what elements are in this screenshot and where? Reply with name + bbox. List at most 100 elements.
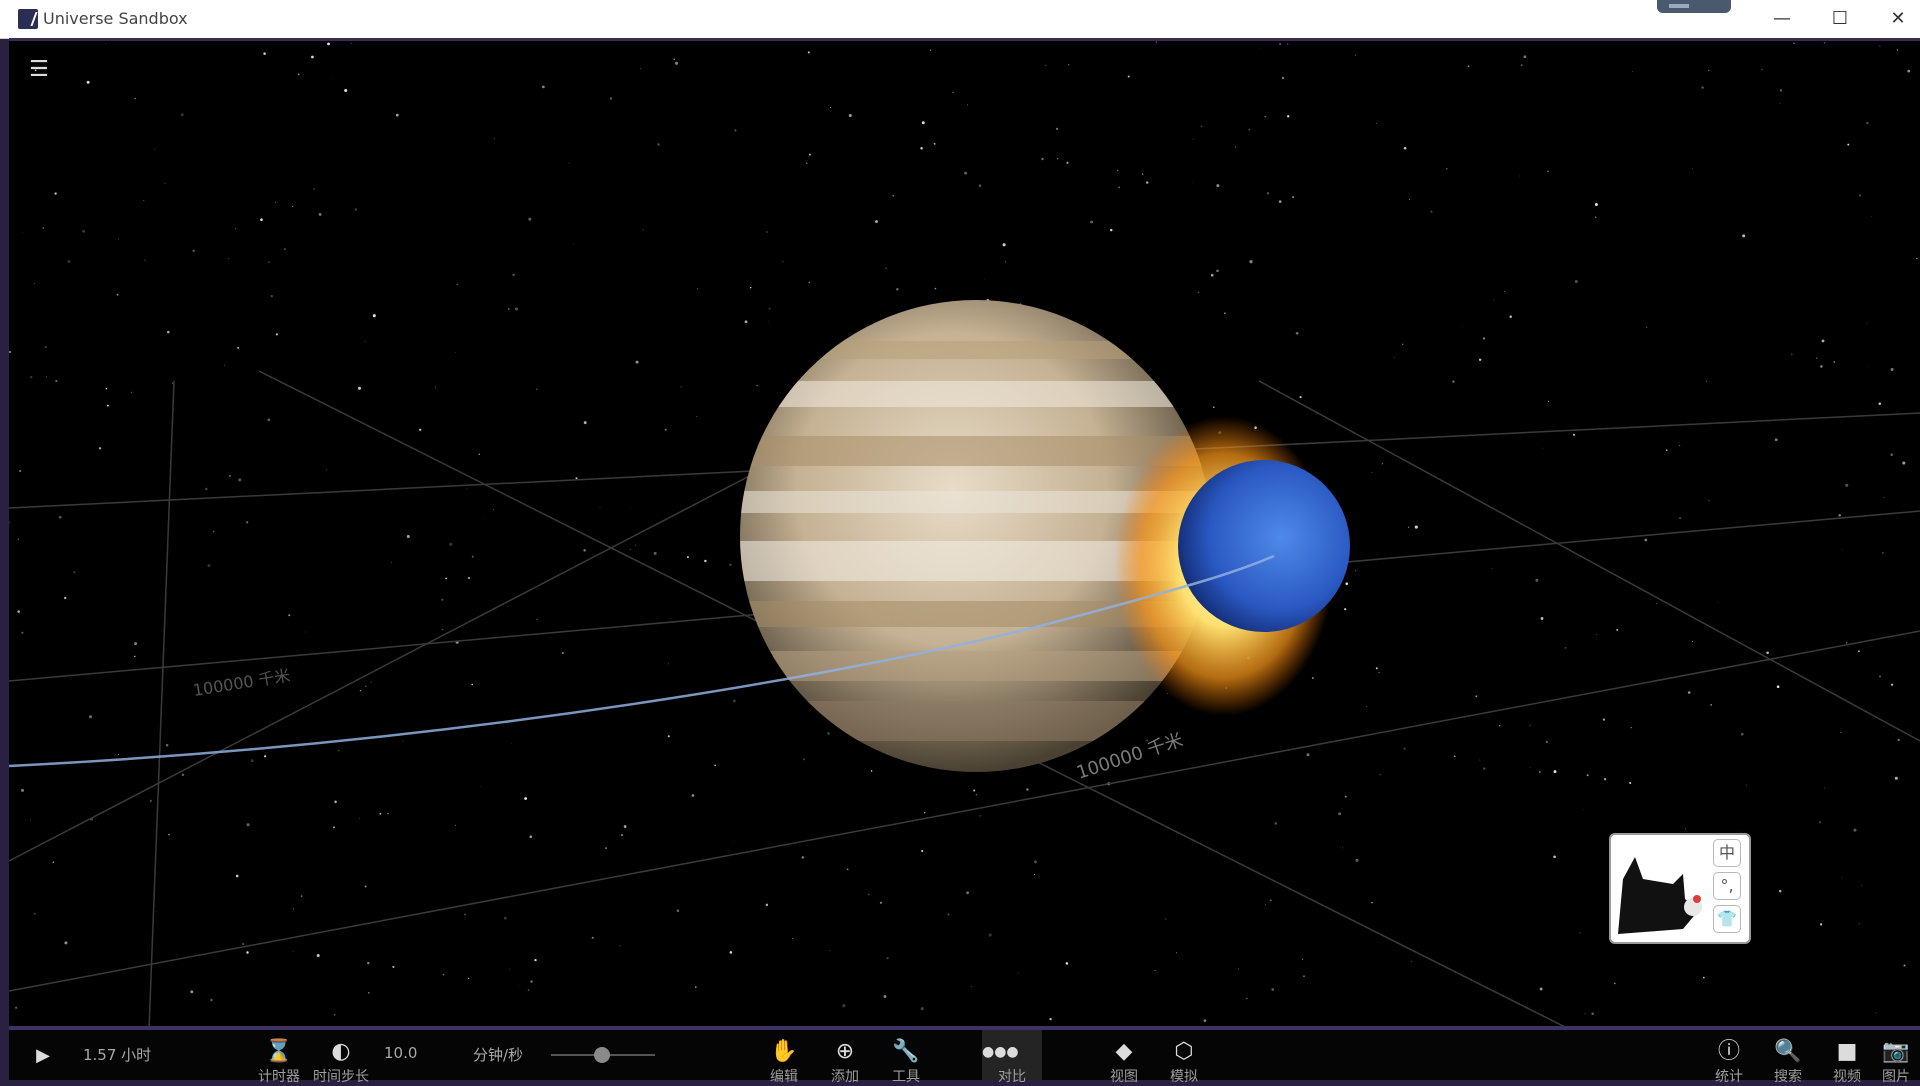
star (1461, 325, 1463, 327)
star (1644, 538, 1648, 542)
star (691, 794, 695, 797)
simulation-button[interactable]: ⬡ 模拟 (1159, 1030, 1209, 1086)
star (664, 428, 667, 431)
star (886, 956, 889, 960)
star (1879, 45, 1881, 47)
star (149, 799, 153, 803)
compare-button[interactable]: ●●● 对比 (982, 1030, 1042, 1085)
star (1235, 146, 1237, 148)
star (205, 487, 208, 491)
star (250, 759, 254, 763)
star (493, 508, 494, 510)
star (599, 506, 601, 509)
hand-icon: ✋ (770, 1039, 798, 1064)
star (387, 813, 389, 815)
star (364, 341, 366, 342)
ime-skin-button[interactable]: 👕 (1713, 905, 1741, 933)
minimize-button[interactable]: — (1753, 0, 1811, 38)
star (1057, 158, 1059, 160)
star (842, 1004, 846, 1008)
star (350, 43, 352, 44)
star (696, 287, 699, 290)
star (1264, 115, 1267, 118)
star (274, 202, 276, 203)
star (82, 230, 85, 233)
star (657, 143, 660, 146)
star (45, 376, 47, 378)
star (1820, 365, 1823, 368)
edit-button[interactable]: ✋ 编辑 (759, 1030, 809, 1086)
star (1259, 48, 1260, 49)
ime-chinese-mode-button[interactable]: 中 (1713, 839, 1741, 867)
add-button[interactable]: ⊕ 添加 (820, 1030, 870, 1086)
maximize-button[interactable]: ☐ (1811, 0, 1869, 38)
star (467, 576, 471, 580)
star (749, 286, 752, 289)
star (270, 295, 273, 298)
star (207, 564, 211, 568)
photo-button[interactable]: 📷 图片 (1873, 1030, 1919, 1086)
simulation-viewport[interactable]: 100000 千米 100000 千米 ☰ 中 °, 👕 (9, 38, 1920, 1026)
close-button[interactable]: ✕ (1869, 0, 1920, 38)
star (667, 663, 669, 665)
star (1274, 822, 1278, 825)
star (1034, 860, 1037, 864)
hamburger-menu-icon[interactable]: ☰ (29, 59, 51, 81)
star (267, 418, 271, 422)
ime-punctuation-button[interactable]: °, (1713, 872, 1741, 900)
star (952, 91, 954, 94)
star (364, 885, 367, 888)
star (1586, 774, 1589, 777)
star (1065, 962, 1069, 965)
star (1355, 858, 1359, 862)
star (1216, 184, 1220, 188)
star (829, 950, 831, 952)
star (134, 97, 136, 100)
star (971, 985, 973, 987)
search-button[interactable]: 🔍 搜索 (1763, 1030, 1813, 1086)
star (168, 833, 170, 836)
speed-slider-thumb[interactable] (594, 1047, 610, 1063)
star (1295, 331, 1299, 335)
star (464, 913, 467, 916)
timer-button[interactable]: ⌛ 计时器 (254, 1030, 304, 1086)
star (673, 58, 675, 60)
star (372, 314, 376, 318)
star (830, 106, 832, 108)
star (1594, 202, 1598, 207)
star (234, 227, 237, 230)
star (9, 350, 12, 354)
star (156, 911, 157, 912)
star (1793, 42, 1795, 45)
star (1279, 43, 1282, 45)
view-button[interactable]: ◆ 视图 (1099, 1030, 1149, 1086)
star (1547, 170, 1549, 172)
play-button[interactable]: ▶ (23, 1030, 63, 1080)
star (933, 142, 936, 145)
tools-button[interactable]: 🔧 工具 (881, 1030, 931, 1086)
star (368, 992, 370, 994)
stats-button[interactable]: ⓘ 统计 (1704, 1030, 1754, 1086)
star (1090, 220, 1093, 224)
star (20, 788, 25, 792)
ime-toolbar-widget[interactable]: 中 °, 👕 (1609, 833, 1751, 944)
star (1403, 747, 1406, 750)
star (21, 631, 24, 634)
star (696, 416, 698, 417)
timestep-button[interactable]: ◐ 时间步长 (311, 1030, 371, 1086)
star (1529, 724, 1531, 726)
star (1594, 216, 1597, 218)
star (934, 287, 937, 290)
video-button[interactable]: ■ 视频 (1822, 1030, 1872, 1086)
star (1381, 463, 1384, 465)
star (674, 61, 679, 65)
speed-unit[interactable]: 分钟/秒 (473, 1044, 523, 1065)
star (1354, 570, 1356, 572)
star (1882, 552, 1884, 554)
star (1482, 337, 1486, 340)
star (1379, 774, 1381, 776)
star (1779, 89, 1783, 92)
star (1859, 194, 1862, 197)
star (978, 184, 982, 187)
star (1646, 326, 1648, 328)
